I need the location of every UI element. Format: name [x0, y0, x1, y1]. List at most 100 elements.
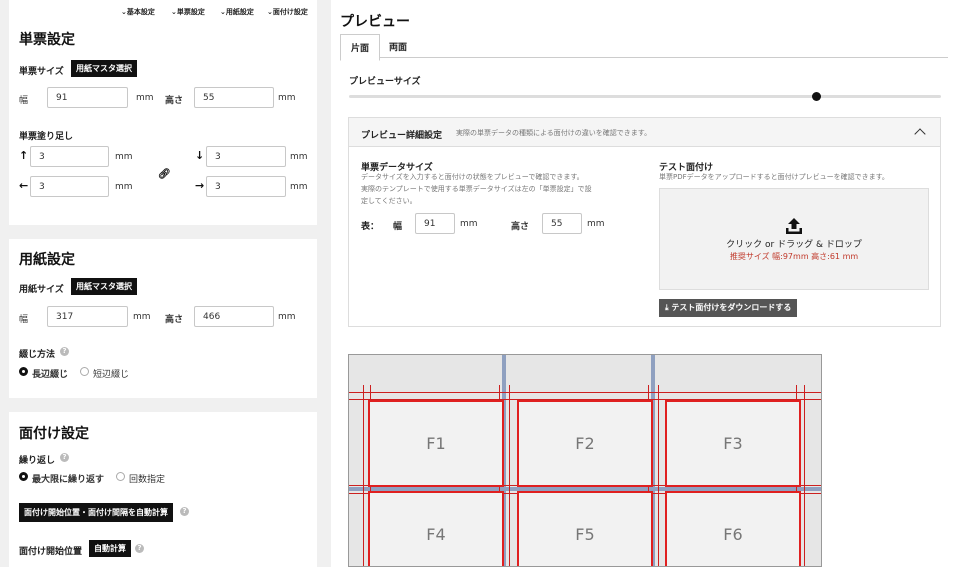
- paper-height-input[interactable]: 466: [194, 306, 274, 327]
- preview-size-slider-track[interactable]: [349, 95, 941, 98]
- imposition-preview-sheet: F1 F2 F3 F4 F5 F6: [348, 354, 822, 567]
- help-icon[interactable]: ?: [60, 453, 69, 462]
- repeat-count-label: 回数指定: [129, 475, 166, 485]
- bleed-left-input[interactable]: 3: [30, 176, 109, 197]
- ticket-width-label: 幅: [19, 96, 29, 106]
- file-drop-zone[interactable]: クリック or ドラッグ & ドロップ 推奨サイズ 幅:97mm 高さ:61 m…: [659, 188, 929, 290]
- test-imposition-desc: 単票PDFデータをアップロードすると面付けプレビューを確認できます。: [659, 173, 889, 181]
- help-icon[interactable]: ?: [180, 507, 189, 516]
- auto-calc-position-button[interactable]: 面付け開始位置・面付け間隔を自動計算: [19, 503, 173, 522]
- help-icon[interactable]: ?: [135, 544, 144, 553]
- imposition-cell: F3: [665, 400, 801, 487]
- bleed-top-input[interactable]: 3: [30, 146, 109, 167]
- arrow-down-icon: ↓: [195, 149, 205, 162]
- ticket-width-input[interactable]: 91: [47, 87, 128, 108]
- bleed-right-unit: mm: [290, 182, 308, 192]
- preview-width-input[interactable]: 91: [415, 213, 455, 234]
- crop-mark-line: [509, 385, 510, 566]
- binding-short-radio[interactable]: [80, 367, 89, 376]
- data-size-desc-1: データサイズを入力すると面付けの状態をプレビューで確認できます。: [361, 173, 584, 181]
- tab-single[interactable]: 片面: [340, 34, 381, 61]
- chevron-up-icon[interactable]: [914, 128, 926, 140]
- ticket-settings-panel: ⌄基本設定 ⌄単票設定 ⌄用紙設定 ⌄面付け設定 単票設定 単票サイズ 用紙マス…: [9, 0, 317, 225]
- preview-height-unit: mm: [587, 219, 605, 229]
- repeat-label: 繰り返し: [19, 456, 56, 466]
- help-icon[interactable]: ?: [60, 347, 69, 356]
- ticket-settings-title: 単票設定: [19, 32, 75, 48]
- nav-ticket-link[interactable]: ⌄単票設定: [171, 7, 205, 17]
- paper-width-input[interactable]: 317: [47, 306, 128, 327]
- tab-underline: [340, 57, 948, 58]
- preview-height-label: 高さ: [511, 222, 530, 232]
- paper-height-label: 高さ: [165, 315, 184, 325]
- paper-width-label: 幅: [19, 315, 29, 325]
- nav-basic-link[interactable]: ⌄基本設定: [121, 7, 155, 17]
- binding-long-radio[interactable]: [19, 367, 28, 376]
- imposition-cell: F6: [665, 491, 801, 566]
- arrow-right-icon: →: [195, 179, 205, 192]
- tab-double[interactable]: 両面: [379, 34, 417, 59]
- preview-size-label: プレビューサイズ: [349, 77, 421, 87]
- paper-size-label: 用紙サイズ: [19, 285, 64, 295]
- paper-width-unit: mm: [133, 312, 151, 322]
- preview-panel: プレビュー 片面 両面 プレビューサイズ プレビュー詳細設定 実際の単票データの…: [331, 0, 961, 567]
- preview-height-input[interactable]: 55: [542, 213, 582, 234]
- arrow-left-icon: ←: [19, 179, 29, 192]
- ticket-height-unit: mm: [278, 93, 296, 103]
- ticket-bleed-label: 単票塗り足し: [19, 132, 74, 142]
- bleed-bottom-unit: mm: [290, 152, 308, 162]
- imposition-cell: F5: [517, 491, 653, 566]
- ticket-width-unit: mm: [136, 93, 154, 103]
- preview-size-slider-handle[interactable]: [812, 92, 822, 101]
- paper-settings-panel: 用紙設定 用紙サイズ 用紙マスタ選択 幅 317 mm 高さ 466 mm 綴じ…: [9, 239, 317, 398]
- ticket-size-label: 単票サイズ: [19, 67, 64, 77]
- preview-detail-header[interactable]: プレビュー詳細設定 実際の単票データの種類による面付けの違いを確認できます。: [349, 118, 940, 147]
- repeat-max-label: 最大限に繰り返す: [32, 475, 105, 485]
- bleed-top-unit: mm: [115, 152, 133, 162]
- paper-master-button[interactable]: 用紙マスタ選択: [71, 278, 137, 295]
- bleed-bottom-input[interactable]: 3: [206, 146, 286, 167]
- ticket-height-label: 高さ: [165, 96, 184, 106]
- bleed-right-input[interactable]: 3: [206, 176, 286, 197]
- imposition-cell: F4: [368, 491, 504, 566]
- crop-mark-line: [363, 385, 364, 566]
- drop-zone-text: クリック or ドラッグ & ドロップ: [726, 240, 862, 250]
- upload-icon: [785, 217, 803, 235]
- imposition-cell: F2: [517, 400, 653, 487]
- imposition-settings-panel: 面付け設定 繰り返し ? 最大限に繰り返す 回数指定 面付け開始位置・面付け間隔…: [9, 412, 317, 567]
- ticket-height-input[interactable]: 55: [194, 87, 274, 108]
- recommended-size-text: 推奨サイズ 幅:97mm 高さ:61 mm: [729, 252, 859, 261]
- arrow-up-icon: ↑: [19, 149, 29, 162]
- start-auto-calc-button[interactable]: 自動計算: [89, 540, 131, 557]
- preview-title: プレビュー: [340, 14, 410, 30]
- binding-long-label: 長辺綴じ: [32, 370, 69, 380]
- preview-width-label: 幅: [393, 222, 403, 232]
- data-size-desc-3: 定してください。: [361, 197, 417, 205]
- binding-short-label: 短辺綴じ: [93, 370, 130, 380]
- repeat-max-radio[interactable]: [19, 472, 28, 481]
- crop-mark-line: [658, 385, 659, 566]
- chain-link-icon[interactable]: 🔗︎: [158, 169, 171, 180]
- preview-width-unit: mm: [460, 219, 478, 229]
- binding-label: 綴じ方法: [19, 350, 56, 360]
- imposition-settings-title: 面付け設定: [19, 426, 89, 442]
- start-position-label: 面付け開始位置: [19, 547, 83, 557]
- nav-paper-link[interactable]: ⌄用紙設定: [220, 7, 254, 17]
- imposition-cell: F1: [368, 400, 504, 487]
- bleed-left-unit: mm: [115, 182, 133, 192]
- preview-detail-title: プレビュー詳細設定: [361, 131, 443, 141]
- download-test-button[interactable]: ⤓ テスト面付けをダウンロードする: [659, 299, 798, 317]
- crop-mark-line: [804, 385, 805, 566]
- nav-imposition-link[interactable]: ⌄面付け設定: [267, 7, 308, 17]
- crop-mark-line: [349, 392, 821, 393]
- front-label: 表：: [361, 222, 380, 232]
- preview-detail-box: プレビュー詳細設定 実際の単票データの種類による面付けの違いを確認できます。 単…: [348, 117, 941, 327]
- data-size-desc-2: 実際のテンプレートで使用する単票データサイズは左の「単票設定」で設: [361, 185, 592, 193]
- download-test-label: テスト面付けをダウンロードする: [671, 303, 792, 312]
- download-icon: ⤓: [665, 303, 669, 312]
- repeat-count-radio[interactable]: [116, 472, 125, 481]
- paper-settings-title: 用紙設定: [19, 252, 75, 268]
- ticket-master-button[interactable]: 用紙マスタ選択: [71, 60, 137, 77]
- paper-height-unit: mm: [278, 312, 296, 322]
- preview-detail-desc: 実際の単票データの種類による面付けの違いを確認できます。: [456, 129, 652, 137]
